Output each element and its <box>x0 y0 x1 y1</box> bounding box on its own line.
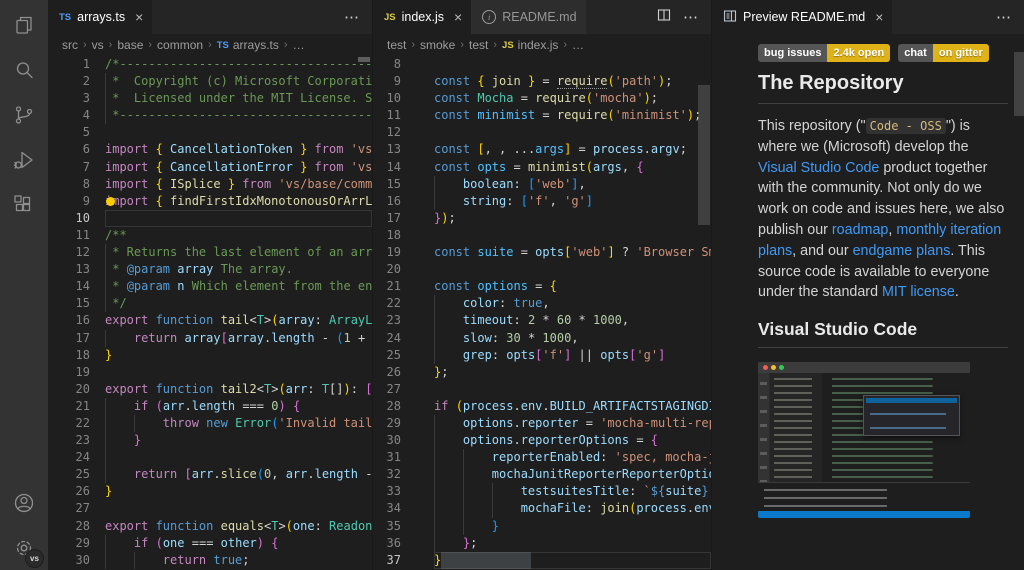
screenshot-statusbar <box>758 511 970 518</box>
e2-lines[interactable]: const { join } = require('path');const M… <box>434 56 711 570</box>
editor-group-index: JS index.js × i README.md ⋯ test›smoke›t… <box>372 0 711 570</box>
tabsbar-1: TS arrays.ts × ⋯ <box>48 0 372 34</box>
tabsbar-preview: Preview README.md × ⋯ <box>712 0 1024 34</box>
screenshot-terminal <box>758 482 970 511</box>
preview-scrollbar[interactable] <box>1014 52 1024 116</box>
markdown-preview-icon <box>723 9 737 26</box>
source-control-icon[interactable] <box>0 92 48 137</box>
breadcrumb-arrays[interactable]: src›vs›base›common›TSarrays.ts›… <box>48 34 372 56</box>
shield-badges: bug issues2.4k open chaton gitter <box>758 44 1008 62</box>
e2-scrollbar[interactable] <box>698 85 710 225</box>
info-icon: i <box>482 10 496 24</box>
screenshot-editor <box>822 373 970 482</box>
e1-gutter: 1234567891011121314151617181920212223242… <box>48 56 105 570</box>
tab-label: README.md <box>502 10 576 24</box>
js-file-icon: JS <box>384 12 396 23</box>
readme-link[interactable]: endgame plans <box>853 243 951 259</box>
readme-link[interactable]: MIT license <box>882 284 955 300</box>
code-editor-index[interactable]: 8910111213141516171819202122232425262728… <box>373 56 711 570</box>
close-icon[interactable]: × <box>135 10 143 24</box>
run-debug-icon[interactable] <box>0 137 48 182</box>
tab-index-js[interactable]: JS index.js × <box>373 0 471 34</box>
tabsbar-2: JS index.js × i README.md ⋯ <box>373 0 711 34</box>
tab-preview-readme[interactable]: Preview README.md × <box>712 0 892 34</box>
code-editor-arrays[interactable]: 1234567891011121314151617181920212223242… <box>48 56 372 570</box>
close-icon[interactable]: × <box>875 10 883 24</box>
screenshot-titlebar <box>758 362 970 373</box>
accounts-icon[interactable] <box>0 480 48 525</box>
shield-badge[interactable]: chaton gitter <box>898 44 989 62</box>
readme-heading-vscode: Visual Studio Code <box>758 319 1008 348</box>
readme-link[interactable]: Visual Studio Code <box>758 160 879 176</box>
tab-label: Preview README.md <box>743 10 865 24</box>
activity-bar: vs <box>0 0 48 570</box>
tab-arrays-ts[interactable]: TS arrays.ts × <box>48 0 152 34</box>
readme-screenshot-image <box>758 362 970 518</box>
settings-gear-icon[interactable]: vs <box>0 525 48 570</box>
screenshot-suggest-widget <box>863 395 960 436</box>
explorer-icon[interactable] <box>0 2 48 47</box>
editor-group-arrays: TS arrays.ts × ⋯ src›vs›base›common›TSar… <box>48 0 372 570</box>
screenshot-activitybar <box>758 373 770 482</box>
ts-file-icon: TS <box>59 12 71 23</box>
inline-code: Code - OSS <box>866 118 946 134</box>
more-actions-icon[interactable]: ⋯ <box>344 8 360 26</box>
shield-badge[interactable]: bug issues2.4k open <box>758 44 890 62</box>
vs-badge: vs <box>25 549 44 568</box>
e2-gutter: 8910111213141516171819202122232425262728… <box>373 56 434 570</box>
preview-panel: Preview README.md × ⋯ bug issues2.4k ope… <box>711 0 1024 570</box>
e1-scrollbar[interactable] <box>358 57 370 62</box>
tab-readme-md[interactable]: i README.md <box>471 0 585 34</box>
readme-link[interactable]: roadmap <box>832 222 888 238</box>
readme-heading-repository: The Repository <box>758 72 1008 104</box>
e1-lines[interactable]: /*--------------------------------------… <box>105 56 372 570</box>
tab-label: index.js <box>402 10 444 24</box>
more-actions-icon[interactable]: ⋯ <box>683 8 699 26</box>
screenshot-sidebar <box>770 373 822 482</box>
split-editor-icon[interactable] <box>657 8 671 27</box>
search-icon[interactable] <box>0 47 48 92</box>
readme-preview-content: bug issues2.4k open chaton gitter The Rep… <box>712 34 1024 570</box>
tab-label: arrays.ts <box>77 10 125 24</box>
readme-paragraph: This repository ("Code - OSS") is where … <box>758 116 1008 303</box>
more-actions-icon[interactable]: ⋯ <box>996 8 1012 26</box>
extensions-icon[interactable] <box>0 182 48 227</box>
vscode-window: vs TS arrays.ts × ⋯ src›vs›base›common›T… <box>0 0 1024 570</box>
breadcrumb-index[interactable]: test›smoke›test›JSindex.js›… <box>373 34 711 56</box>
close-icon[interactable]: × <box>454 10 462 24</box>
